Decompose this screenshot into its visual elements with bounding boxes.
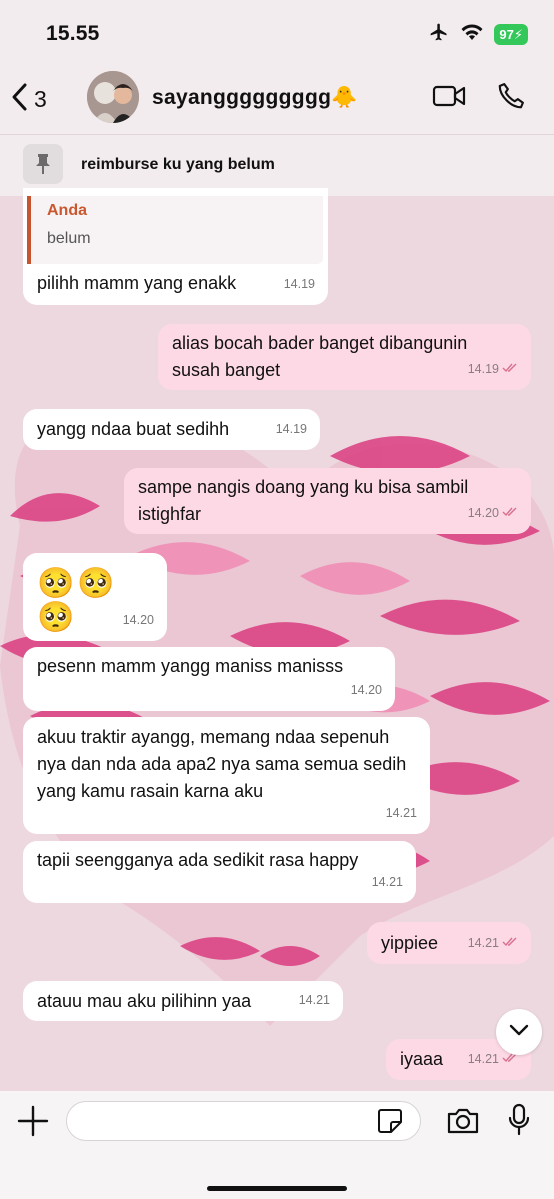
phone-icon[interactable]	[496, 81, 526, 116]
battery-level: 97	[499, 27, 514, 42]
microphone-icon[interactable]	[507, 1103, 531, 1142]
camera-icon[interactable]	[446, 1107, 480, 1140]
contact-name[interactable]: sayanggggggggg🐥	[152, 86, 358, 110]
message-text: akuu traktir ayangg, memang ndaa sepenuh…	[37, 727, 407, 801]
wifi-icon	[460, 23, 484, 46]
message-time: 14.20	[350, 683, 382, 697]
message-bubble[interactable]: atauu mau aku pilihinn yaa 14.21	[23, 981, 343, 1021]
contact-name-text: sayanggggggggg	[152, 86, 332, 109]
message-bubble[interactable]: yippiee 14.21	[367, 922, 531, 964]
message-time: 14.19	[275, 422, 307, 436]
sticker-icon[interactable]	[377, 1108, 403, 1139]
avatar[interactable]	[87, 71, 139, 123]
message-time-text: 14.20	[467, 506, 499, 520]
quote-author: Anda	[47, 202, 87, 219]
unread-count: 3	[34, 86, 47, 112]
airplane-icon	[428, 22, 450, 47]
scroll-down-button[interactable]	[496, 1009, 542, 1055]
pinned-text: reimburse ku yang belum	[81, 156, 275, 173]
message-bubble[interactable]: pesenn mamm yangg maniss manisss 14.20	[23, 647, 395, 711]
pin-icon	[23, 144, 63, 184]
quote-text: belum	[47, 230, 91, 247]
contact-name-emoji: 🐥	[331, 86, 358, 109]
chevron-down-icon	[509, 1023, 529, 1041]
message-time: 14.19	[468, 356, 518, 383]
home-indicator-bar	[207, 1186, 347, 1191]
pinned-message-bar[interactable]: reimburse ku yang belum	[0, 134, 554, 196]
message-input-bar	[0, 1091, 554, 1199]
back-chevron-icon	[10, 82, 28, 117]
status-time: 15.55	[46, 22, 100, 45]
message-time-text: 14.19	[467, 362, 499, 376]
message-text: pesenn mamm yangg maniss manisss	[37, 656, 344, 676]
message-text: atauu mau aku pilihinn yaa	[37, 991, 252, 1011]
double-check-icon	[502, 500, 518, 527]
message-time: 14.21	[298, 993, 330, 1007]
message-text: pilihh mamm yang enakk	[37, 273, 237, 293]
message-bubble[interactable]: yangg ndaa buat sedihh 14.19	[23, 409, 320, 450]
video-call-icon[interactable]	[432, 84, 466, 113]
status-bar: 15.55 97⚡	[0, 0, 554, 62]
message-bubble[interactable]: sampe nangis doang yang ku bisa sambil i…	[124, 468, 531, 534]
message-text: yangg ndaa buat sedihh	[37, 419, 230, 439]
back-button[interactable]: 3	[10, 82, 47, 117]
message-text: alias bocah bader banget dibangunin susa…	[172, 333, 468, 380]
quoted-message[interactable]: Anda belum	[27, 196, 323, 264]
message-time-text: 14.21	[467, 1052, 499, 1066]
message-bubble[interactable]: tapii seengganya ada sedikit rasa happy …	[23, 841, 416, 903]
status-icons: 97⚡	[428, 22, 528, 47]
message-time-text: 14.21	[467, 936, 499, 950]
message-input[interactable]	[66, 1101, 421, 1141]
plus-icon[interactable]	[17, 1105, 49, 1142]
chat-header: 3 sayanggggggggg🐥	[0, 62, 554, 134]
message-time: 14.20	[122, 613, 154, 627]
message-text: tapii seengganya ada sedikit rasa happy	[37, 850, 359, 870]
message-bubble[interactable]: 🥺🥺🥺 14.20	[23, 553, 167, 641]
message-time: 14.21	[371, 875, 403, 889]
message-time: 14.20	[468, 500, 518, 527]
double-check-icon	[502, 356, 518, 383]
message-time: 14.19	[283, 277, 315, 291]
message-time: 14.21	[468, 930, 518, 957]
message-time: 14.21	[385, 806, 417, 820]
battery-indicator: 97⚡	[494, 24, 528, 45]
message-bubble[interactable]: akuu traktir ayangg, memang ndaa sepenuh…	[23, 717, 430, 834]
message-bubble[interactable]: alias bocah bader banget dibangunin susa…	[158, 324, 531, 390]
double-check-icon	[502, 930, 518, 957]
message-text: sampe nangis doang yang ku bisa sambil i…	[138, 477, 469, 524]
